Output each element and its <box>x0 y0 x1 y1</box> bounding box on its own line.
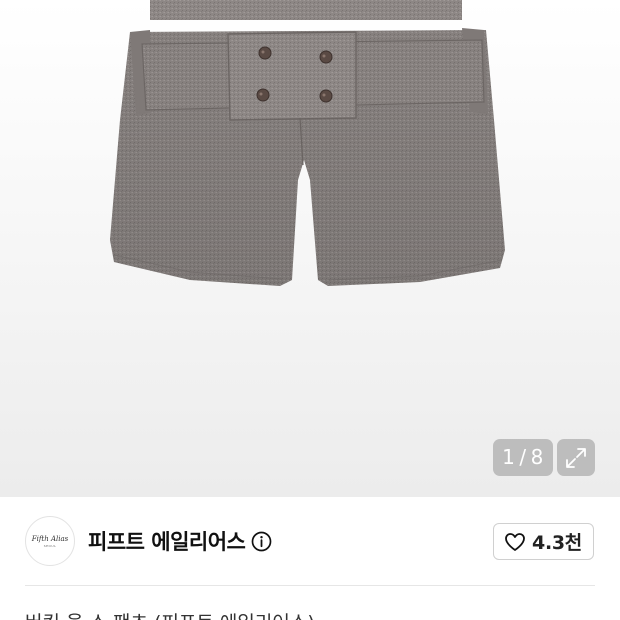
product-image <box>110 0 505 286</box>
brand-name[interactable]: 피프트 에일리어스 <box>88 526 246 556</box>
brand-row: Fifth Alias SEOUL 피프트 에일리어스 4.3천 <box>0 497 620 585</box>
expand-button[interactable] <box>557 439 595 476</box>
brand-logo[interactable]: Fifth Alias SEOUL <box>25 516 75 566</box>
total-image-count: 8 <box>530 445 544 469</box>
brand-logo-text: Fifth Alias <box>31 534 69 543</box>
product-gallery[interactable]: 1/8 <box>0 0 620 497</box>
divider <box>25 585 595 586</box>
current-image-index: 1 <box>502 445 516 469</box>
counter-separator: / <box>519 445 527 469</box>
info-circle-icon[interactable] <box>251 531 272 552</box>
like-button[interactable]: 4.3천 <box>493 523 594 560</box>
product-title: 버킷 울 쇼 팬츠 (피프트 에일리어스) <box>25 608 605 620</box>
image-counter: 1/8 <box>493 439 553 476</box>
brand-logo-subtext: SEOUL <box>43 543 57 548</box>
expand-arrows-icon <box>566 447 586 468</box>
like-count: 4.3천 <box>532 532 582 554</box>
heart-outline-icon <box>505 532 525 551</box>
